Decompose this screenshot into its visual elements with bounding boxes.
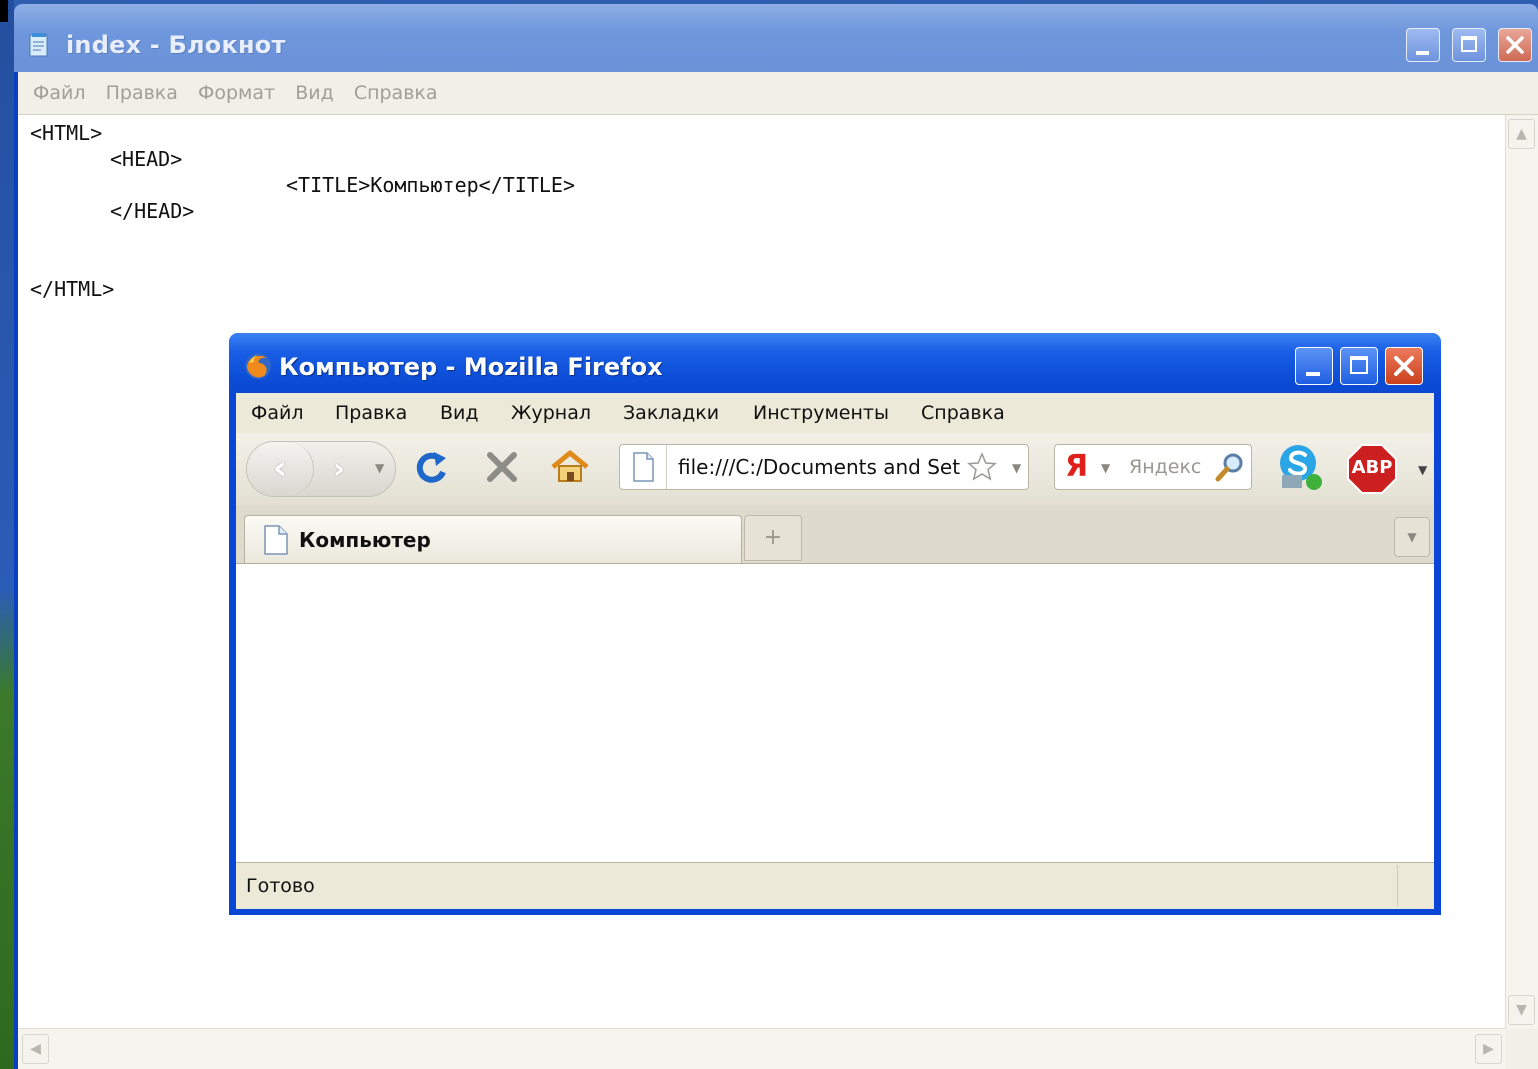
reload-icon — [416, 452, 446, 483]
resize-grip[interactable] — [1397, 865, 1434, 907]
adblock-button[interactable]: ABP — [1346, 443, 1398, 495]
navigation-toolbar: ‹ › ▼ file:///C:/Documents and Set ▼ Я ▼… — [236, 433, 1434, 505]
screen-corner — [0, 0, 8, 22]
home-icon — [551, 450, 589, 482]
ff-menu-history[interactable]: Журнал — [511, 402, 591, 424]
notepad-menubar: Файл Правка Формат Вид Справка — [18, 72, 1538, 115]
bookmark-star-button[interactable] — [966, 451, 998, 483]
url-bar[interactable]: file:///C:/Documents and Set ▼ — [619, 444, 1029, 490]
ff-menu-view[interactable]: Вид — [440, 402, 479, 424]
menu-help[interactable]: Справка — [354, 82, 438, 104]
adblock-label: ABP — [1351, 457, 1393, 478]
forward-button[interactable]: › — [319, 452, 359, 486]
code-line: <TITLE>Компьютер</TITLE> — [286, 173, 575, 197]
tab-label: Компьютер — [299, 528, 431, 552]
vertical-scrollbar[interactable]: ▲ ▼ — [1505, 115, 1538, 1029]
menu-edit[interactable]: Правка — [106, 82, 178, 104]
forward-icon: › — [333, 452, 345, 485]
yandex-engine-icon[interactable]: Я — [1065, 449, 1088, 484]
firefox-titlebar[interactable]: Компьютер - Mozilla Firefox — [229, 333, 1441, 393]
firefox-window: Компьютер - Mozilla Firefox Файл Правка … — [229, 333, 1441, 915]
ff-menu-tools[interactable]: Инструменты — [753, 402, 889, 424]
skype-button[interactable] — [1274, 441, 1328, 495]
ff-menu-edit[interactable]: Правка — [335, 402, 407, 424]
status-text: Готово — [246, 875, 315, 897]
notepad-title: index - Блокнот — [66, 31, 286, 59]
horizontal-scrollbar[interactable]: ◀ ▶ — [18, 1028, 1506, 1069]
star-icon — [967, 452, 997, 481]
search-button[interactable] — [1213, 450, 1247, 484]
minimize-icon — [1416, 51, 1429, 55]
new-tab-button[interactable]: + — [744, 515, 802, 561]
code-line: <HTML> — [30, 121, 103, 145]
menu-view[interactable]: Вид — [295, 82, 334, 104]
back-icon: ‹ — [272, 448, 287, 488]
menu-file[interactable]: Файл — [33, 82, 86, 104]
tab-list-button[interactable]: ▼ — [1394, 517, 1430, 557]
status-bar: Готово — [236, 862, 1434, 909]
tab-bar: Компьютер + ▼ — [236, 505, 1434, 564]
search-bar[interactable]: Я ▼ Яндекс — [1054, 444, 1252, 490]
home-button[interactable] — [547, 445, 593, 491]
chevron-down-icon: ▼ — [1407, 530, 1417, 544]
ff-menu-bookmarks[interactable]: Закладки — [623, 402, 719, 424]
maximize-icon — [1350, 356, 1368, 374]
ff-minimize-button[interactable] — [1295, 347, 1333, 385]
resize-grip[interactable] — [1506, 1029, 1538, 1069]
ff-menu-help[interactable]: Справка — [921, 402, 1005, 424]
ff-close-button[interactable] — [1385, 347, 1423, 385]
ff-maximize-button[interactable] — [1340, 347, 1378, 385]
url-text: file:///C:/Documents and Set — [678, 455, 961, 479]
maximize-button[interactable] — [1452, 28, 1486, 62]
scroll-right-button[interactable]: ▶ — [1475, 1034, 1502, 1064]
minimize-icon — [1306, 372, 1320, 376]
ff-menu-file[interactable]: Файл — [251, 402, 304, 424]
scroll-up-button[interactable]: ▲ — [1508, 119, 1535, 149]
reload-button[interactable] — [410, 445, 456, 491]
close-icon — [1506, 36, 1524, 54]
notepad-titlebar[interactable]: index - Блокнот — [14, 4, 1538, 72]
notepad-icon — [26, 32, 52, 58]
page-content[interactable] — [236, 564, 1434, 863]
url-dropdown-arrow[interactable]: ▼ — [1012, 461, 1021, 475]
back-forward-group: ‹ › ▼ — [246, 441, 396, 497]
scroll-down-button[interactable]: ▼ — [1508, 995, 1535, 1025]
search-placeholder: Яндекс — [1129, 456, 1202, 478]
close-button[interactable] — [1498, 28, 1532, 62]
search-engine-dropdown[interactable]: ▼ — [1101, 461, 1110, 475]
maximize-icon — [1461, 36, 1477, 52]
code-line: <HEAD> — [110, 147, 183, 171]
scroll-left-button[interactable]: ◀ — [22, 1034, 49, 1064]
firefox-icon — [243, 351, 273, 381]
search-icon — [1215, 453, 1243, 482]
minimize-button[interactable] — [1406, 28, 1440, 62]
stop-icon — [487, 452, 517, 482]
menu-format[interactable]: Формат — [198, 82, 275, 104]
skype-icon — [1280, 445, 1322, 490]
code-line: </HTML> — [30, 277, 115, 301]
firefox-body: Файл Правка Вид Журнал Закладки Инструме… — [236, 393, 1434, 909]
close-icon — [1394, 356, 1414, 376]
desktop-background — [0, 0, 14, 1069]
tab-active[interactable]: Компьютер — [244, 515, 742, 563]
history-dropdown-arrow[interactable]: ▼ — [375, 461, 384, 475]
code-line: </HEAD> — [110, 199, 195, 223]
page-icon — [261, 524, 291, 556]
toolbar-overflow-arrow[interactable]: ▼ — [1418, 463, 1427, 477]
back-button[interactable]: ‹ — [247, 442, 314, 496]
page-icon — [620, 445, 667, 489]
stop-button[interactable] — [480, 445, 526, 491]
firefox-title: Компьютер - Mozilla Firefox — [279, 353, 663, 381]
plus-icon: + — [763, 525, 783, 550]
firefox-menubar: Файл Правка Вид Журнал Закладки Инструме… — [236, 393, 1434, 433]
